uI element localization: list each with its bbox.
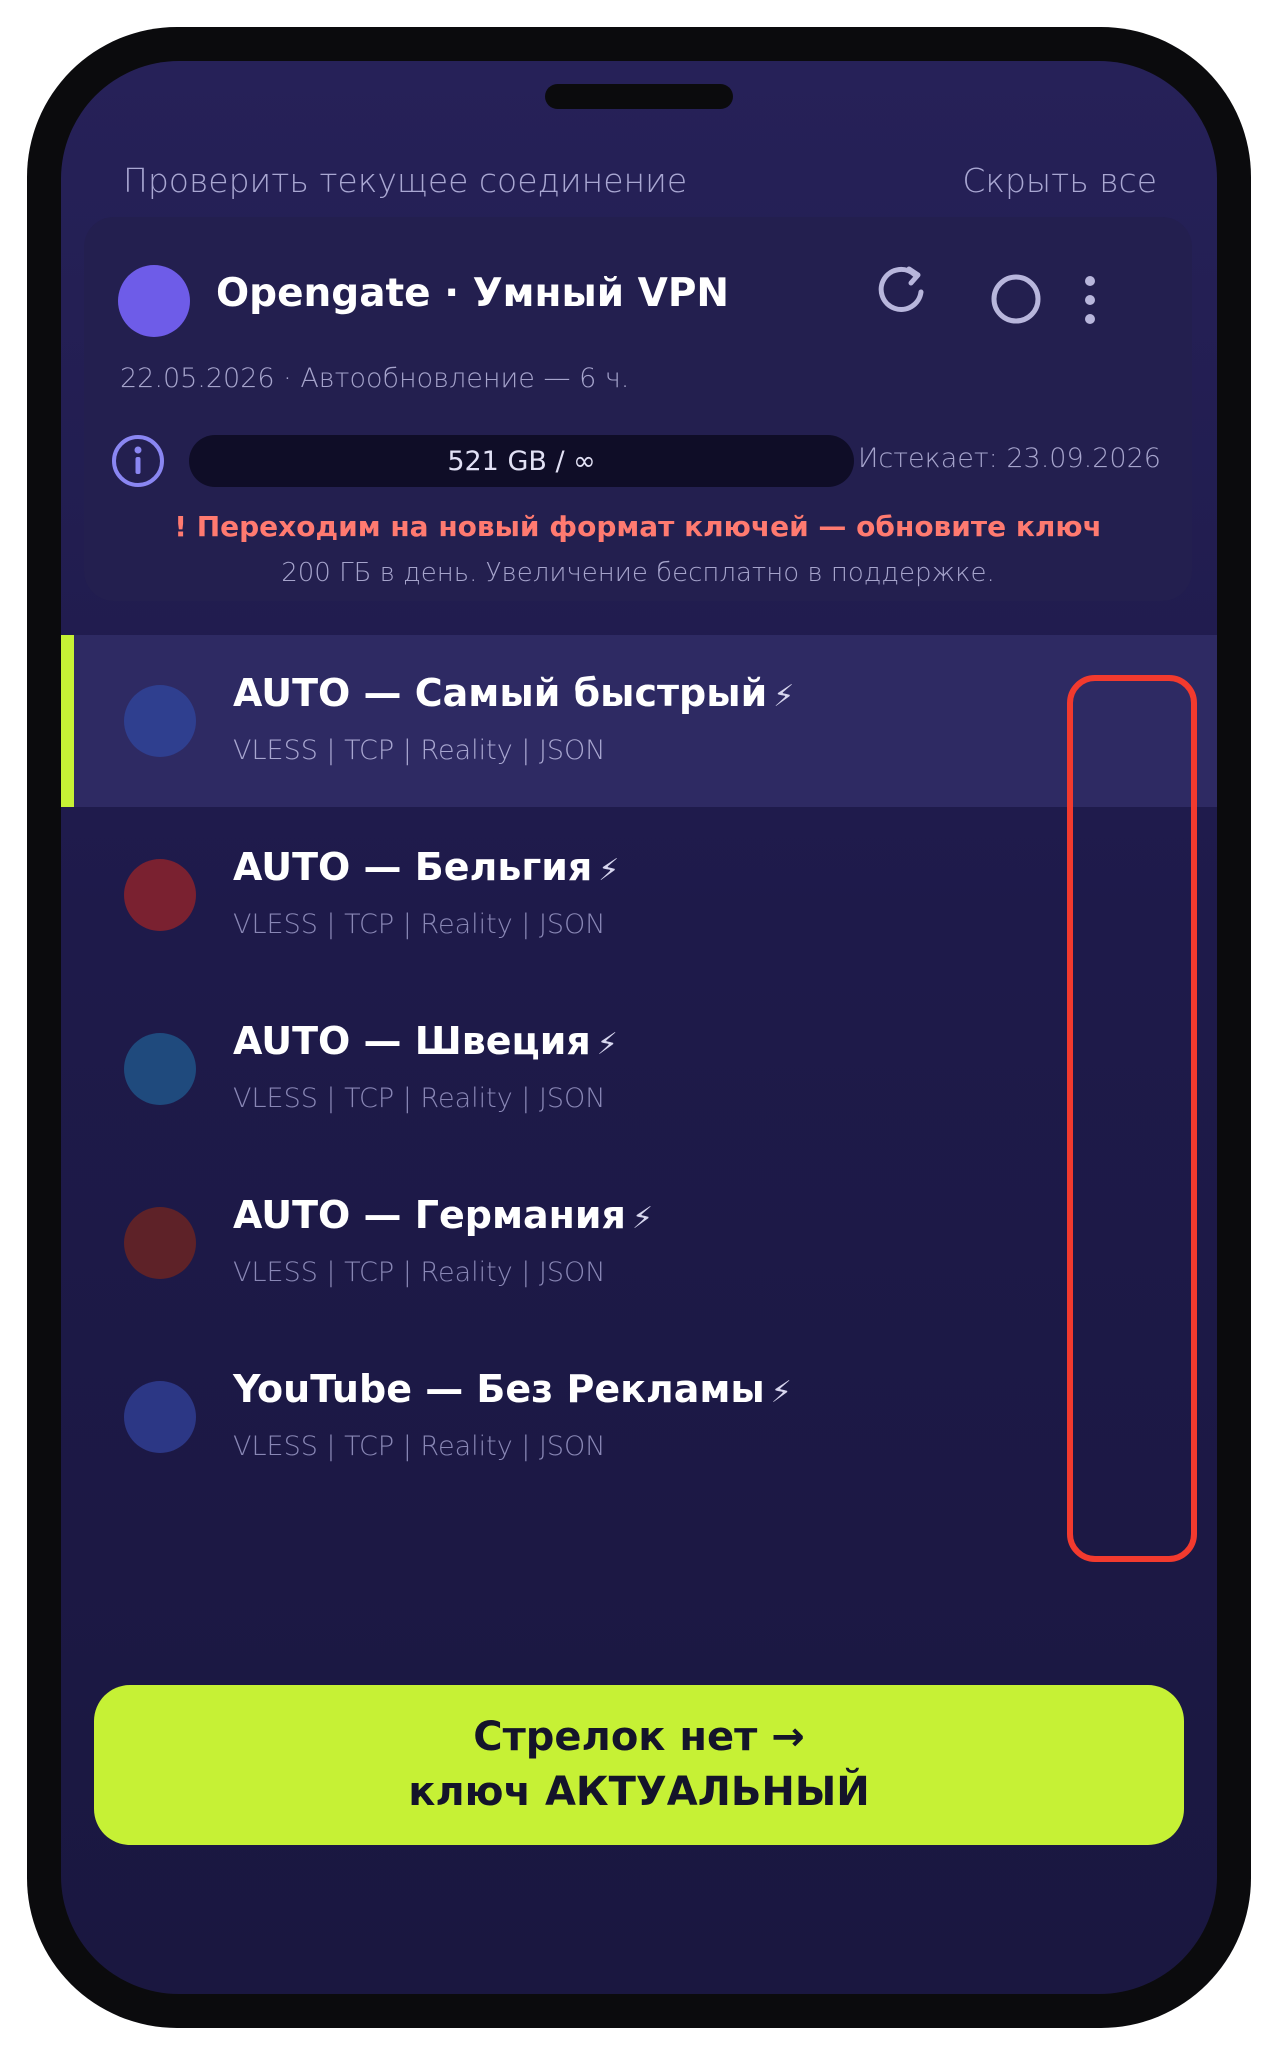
- server-item-youtube[interactable]: YouTube — Без Рекламы ⚡ VLESS | TCP | Rea…: [61, 1331, 1217, 1503]
- server-item-belgium[interactable]: AUTO — Бельгия ⚡ VLESS | TCP | Reality | …: [61, 809, 1217, 981]
- key-format-warning: ! Переходим на новый формат ключей — обн…: [174, 510, 1102, 543]
- traffic-usage: 521 GB / ∞: [189, 435, 854, 487]
- lightning-icon: ⚡: [631, 1201, 654, 1236]
- server-protocol: VLESS | TCP | Reality | JSON: [233, 909, 606, 940]
- server-name: AUTO — Самый быстрый ⚡: [233, 671, 795, 715]
- server-flag-icon: [124, 1381, 196, 1453]
- lightning-icon: ⚡: [770, 1375, 792, 1410]
- server-flag-icon: [124, 859, 196, 931]
- hide-all-link[interactable]: Скрыть все: [962, 161, 1157, 200]
- server-name: AUTO — Германия ⚡: [233, 1193, 654, 1237]
- expiry-date: Истекает: 23.09.2026: [858, 443, 1161, 474]
- key-status-button[interactable]: Стрелок нет → ключ АКТУАЛЬНЫЙ: [94, 1685, 1184, 1845]
- server-item-sweden[interactable]: AUTO — Швеция ⚡ VLESS | TCP | Reality | J…: [61, 983, 1217, 1155]
- lightning-icon: ⚡: [596, 1027, 618, 1062]
- notch: [545, 84, 733, 109]
- power-icon[interactable]: [988, 271, 1044, 327]
- server-item-auto-fastest[interactable]: AUTO — Самый быстрый ⚡ VLESS | TCP | Real…: [61, 635, 1217, 807]
- refresh-icon[interactable]: [872, 263, 930, 321]
- more-vertical-icon[interactable]: [1080, 269, 1100, 331]
- server-item-germany[interactable]: AUTO — Германия ⚡ VLESS | TCP | Reality |…: [61, 1157, 1217, 1329]
- check-connection-link[interactable]: Проверить текущее соединение: [123, 161, 687, 200]
- server-name: AUTO — Швеция ⚡: [233, 1019, 618, 1063]
- subscription-avatar: [118, 265, 190, 337]
- server-flag-icon: [124, 1033, 196, 1105]
- phone-frame: Проверить текущее соединение Скрыть все …: [27, 27, 1251, 2028]
- subscription-subtitle: 22.05.2026 · Автообновление — 6 ч.: [120, 363, 630, 394]
- key-status-line-1: Стрелок нет →: [473, 1714, 805, 1760]
- info-icon[interactable]: [110, 433, 166, 489]
- server-protocol: VLESS | TCP | Reality | JSON: [233, 1257, 606, 1288]
- key-status-line-2: ключ АКТУАЛЬНЫЙ: [408, 1769, 870, 1815]
- subscription-title: Opengate · Умный VPN: [216, 271, 730, 316]
- active-indicator: [61, 635, 74, 807]
- server-protocol: VLESS | TCP | Reality | JSON: [233, 1083, 606, 1114]
- server-name: YouTube — Без Рекламы ⚡: [233, 1367, 792, 1411]
- subscription-card: Opengate · Умный VPN 22.05.2026 · Автооб…: [84, 217, 1192, 601]
- server-name: AUTO — Бельгия ⚡: [233, 845, 620, 889]
- lightning-icon: ⚡: [773, 679, 795, 714]
- app-screen: Проверить текущее соединение Скрыть все …: [61, 61, 1217, 1994]
- server-flag-icon: [124, 1207, 196, 1279]
- server-flag-icon: [124, 685, 196, 757]
- lightning-icon: ⚡: [598, 853, 620, 888]
- traffic-limit-note: 200 ГБ в день. Увеличение бесплатно в по…: [281, 558, 995, 588]
- server-protocol: VLESS | TCP | Reality | JSON: [233, 735, 606, 766]
- server-protocol: VLESS | TCP | Reality | JSON: [233, 1431, 606, 1462]
